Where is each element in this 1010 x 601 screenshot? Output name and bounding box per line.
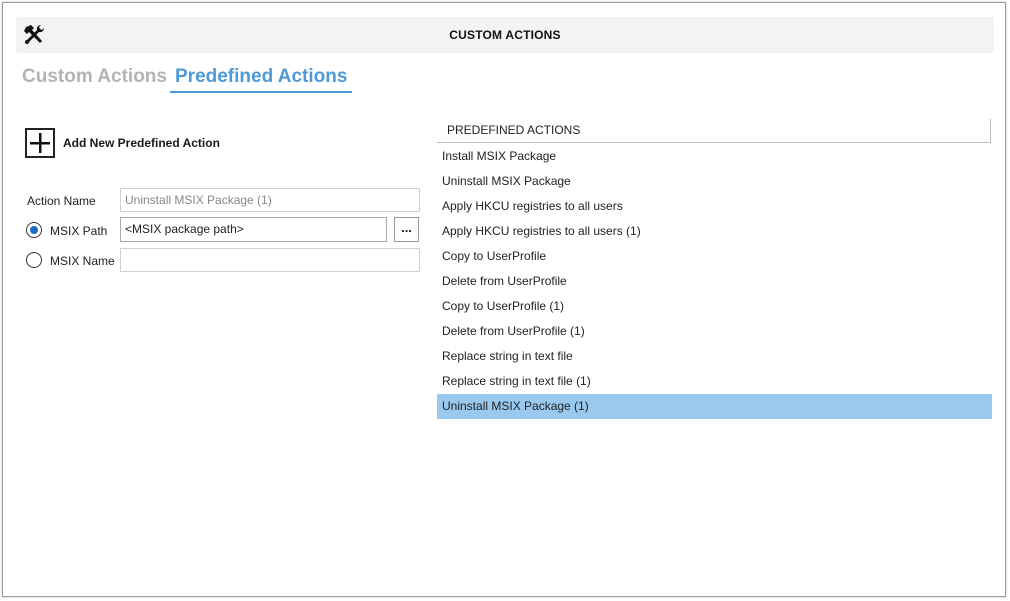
list-item[interactable]: Delete from UserProfile (1)	[437, 319, 992, 344]
msix-path-radio[interactable]	[26, 222, 42, 238]
add-button-label: Add New Predefined Action	[63, 136, 220, 150]
page-title: CUSTOM ACTIONS	[449, 28, 561, 42]
msix-path-field[interactable]: <MSIX package path>	[120, 217, 387, 242]
predefined-actions-list: Install MSIX Package Uninstall MSIX Packa…	[437, 144, 992, 419]
list-item[interactable]: Apply HKCU registries to all users (1)	[437, 219, 992, 244]
list-item[interactable]: Uninstall MSIX Package	[437, 169, 992, 194]
list-item[interactable]: Copy to UserProfile	[437, 244, 992, 269]
plus-icon	[25, 128, 55, 158]
tab-predefined-actions[interactable]: Predefined Actions	[170, 66, 353, 93]
msix-name-field[interactable]	[120, 248, 420, 272]
header-bar: CUSTOM ACTIONS	[16, 17, 994, 53]
action-name-label: Action Name	[27, 194, 96, 208]
msix-path-label: MSIX Path	[50, 224, 108, 238]
tab-custom-actions[interactable]: Custom Actions	[22, 66, 167, 91]
list-item[interactable]: Replace string in text file (1)	[437, 369, 992, 394]
list-item[interactable]: Install MSIX Package	[437, 144, 992, 169]
predefined-actions-header: PREDEFINED ACTIONS	[437, 119, 991, 143]
msix-name-label: MSIX Name	[50, 254, 115, 268]
list-item[interactable]: Apply HKCU registries to all users	[437, 194, 992, 219]
list-item[interactable]: Uninstall MSIX Package (1)	[437, 394, 992, 419]
list-item[interactable]: Replace string in text file	[437, 344, 992, 369]
add-predefined-action-button[interactable]: Add New Predefined Action	[25, 126, 220, 160]
msix-name-radio[interactable]	[26, 252, 42, 268]
list-item[interactable]: Copy to UserProfile (1)	[437, 294, 992, 319]
action-name-field[interactable]: Uninstall MSIX Package (1)	[120, 188, 420, 212]
browse-button[interactable]: ...	[394, 217, 419, 242]
list-item[interactable]: Delete from UserProfile	[437, 269, 992, 294]
